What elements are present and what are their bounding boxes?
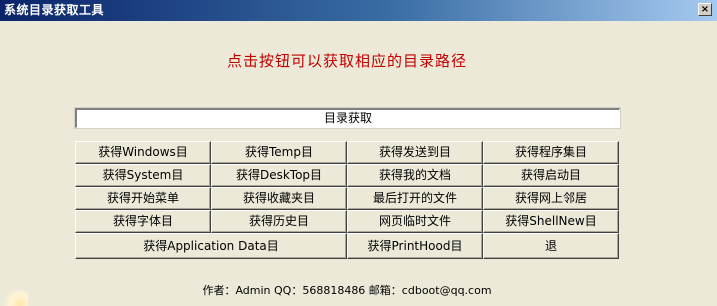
get-history-dir-button[interactable]: 获得历史目: [211, 210, 347, 233]
get-temp-dir-button[interactable]: 获得Temp目: [211, 141, 347, 164]
get-windows-dir-button[interactable]: 获得Windows目: [75, 141, 211, 164]
corner-decoration: [0, 290, 28, 306]
author-info: 作者：Admin QQ：568818486 邮箱：cdboot@qq.com: [202, 284, 492, 297]
get-shellnew-dir-button[interactable]: 获得ShellNew目: [483, 210, 619, 233]
get-tempinet-dir-button[interactable]: 网页临时文件: [347, 210, 483, 233]
get-startup-dir-button[interactable]: 获得启动目: [483, 164, 619, 187]
get-sendto-dir-button[interactable]: 获得发送到目: [347, 141, 483, 164]
exit-button[interactable]: 退: [483, 233, 619, 259]
get-startmenu-dir-button[interactable]: 获得开始菜单: [75, 187, 211, 210]
get-desktop-dir-button[interactable]: 获得DeskTop目: [211, 164, 347, 187]
get-recent-dir-button[interactable]: 最后打开的文件: [347, 187, 483, 210]
path-display-field[interactable]: 目录获取: [74, 107, 621, 129]
title-bar: 系统目录获取工具 ×: [0, 0, 717, 21]
get-system-dir-button[interactable]: 获得System目: [75, 164, 211, 187]
get-printhood-dir-button[interactable]: 获得PrintHood目: [347, 233, 483, 259]
get-mydocs-dir-button[interactable]: 获得我的文档: [347, 164, 483, 187]
close-button[interactable]: ×: [698, 3, 712, 16]
headline-label: 点击按钮可以获取相应的目录路径: [226, 52, 467, 70]
get-nethood-dir-button[interactable]: 获得网上邻居: [483, 187, 619, 210]
get-fonts-dir-button[interactable]: 获得字体目: [75, 210, 211, 233]
get-programs-dir-button[interactable]: 获得程序集目: [483, 141, 619, 164]
get-favorites-dir-button[interactable]: 获得收藏夹目: [211, 187, 347, 210]
window-title: 系统目录获取工具: [4, 3, 105, 17]
get-appdata-dir-button[interactable]: 获得Application Data目: [75, 233, 347, 259]
main-panel: 点击按钮可以获取相应的目录路径 目录获取 获得Windows目 获得Temp目 …: [0, 21, 717, 306]
